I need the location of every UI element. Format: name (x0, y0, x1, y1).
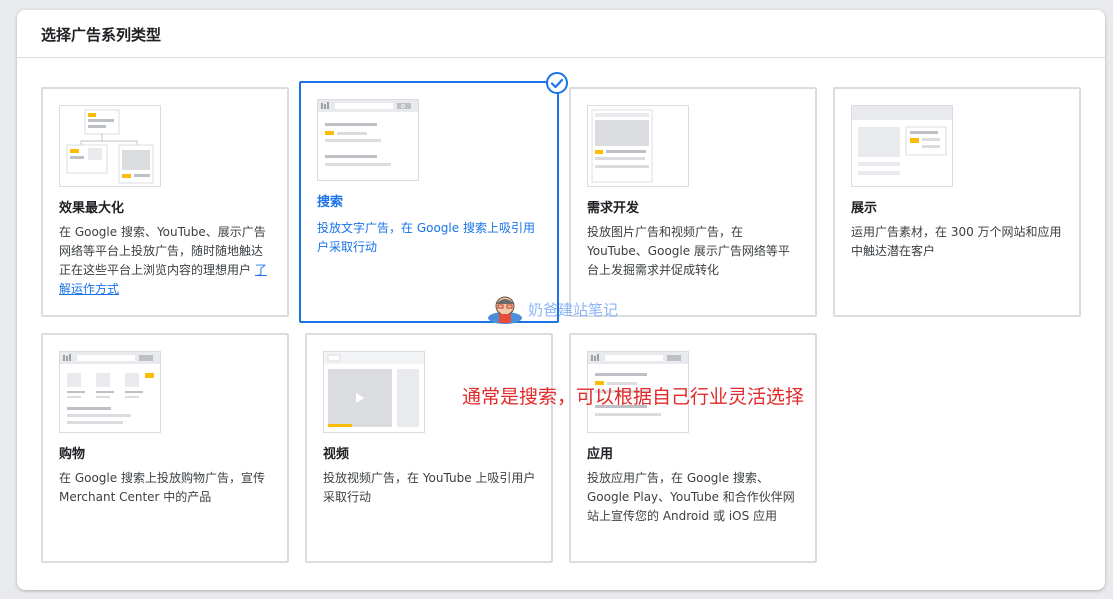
card-description-text: 在 Google 搜索、YouTube、展示广告网络等平台上投放广告，随时随地触… (59, 225, 266, 277)
search-ad-illustration-icon (317, 99, 419, 181)
card-app[interactable]: 应用 投放应用广告，在 Google 搜索、Google Play、YouTub… (569, 333, 817, 563)
card-title: 需求开发 (587, 201, 640, 216)
performance-max-illustration-icon (59, 105, 161, 187)
card-title: 搜索 (317, 195, 344, 210)
card-title: 应用 (587, 447, 614, 462)
card-display[interactable]: 展示 运用广告素材，在 300 万个网站和应用中触达潜在客户 (833, 87, 1081, 317)
card-title: 展示 (851, 201, 878, 216)
annotation-text: 通常是搜索，可以根据自己行业灵活选择 (462, 386, 805, 408)
watermark-avatar-icon (488, 296, 522, 324)
card-description: 投放图片广告和视频广告，在 YouTube、Google 展示广告网络等平台上发… (587, 225, 790, 277)
shopping-ad-illustration-icon (59, 351, 161, 433)
card-title: 购物 (59, 447, 86, 462)
card-description: 投放文字广告，在 Google 搜索上吸引用户采取行动 (317, 221, 535, 254)
selected-check-icon (546, 72, 568, 94)
card-description: 在 Google 搜索上投放购物广告，宣传 Merchant Center 中的… (59, 471, 265, 504)
card-title: 效果最大化 (59, 201, 125, 216)
card-description: 投放视频广告，在 YouTube 上吸引用户采取行动 (323, 471, 536, 504)
card-video[interactable]: 视频 投放视频广告，在 YouTube 上吸引用户采取行动 (305, 333, 553, 563)
watermark-text: 奶爸建站笔记 (528, 300, 619, 319)
card-shopping[interactable]: 购物 在 Google 搜索上投放购物广告，宣传 Merchant Center… (41, 333, 289, 563)
card-performance-max[interactable]: 效果最大化 在 Google 搜索、YouTube、展示广告网络等平台上投放广告… (41, 87, 289, 317)
card-title: 视频 (323, 447, 350, 462)
card-description: 在 Google 搜索、YouTube、展示广告网络等平台上投放广告，随时随地触… (59, 223, 273, 299)
panel-header: 选择广告系列类型 (17, 10, 1105, 58)
panel-title: 选择广告系列类型 (41, 26, 162, 44)
card-description: 投放应用广告，在 Google 搜索、Google Play、YouTube 和… (587, 471, 795, 523)
demand-gen-illustration-icon (587, 105, 689, 187)
video-ad-illustration-icon (323, 351, 425, 433)
card-description: 运用广告素材，在 300 万个网站和应用中触达潜在客户 (851, 225, 1062, 258)
watermark: 奶爸建站笔记 (486, 294, 618, 324)
display-ad-illustration-icon (851, 105, 953, 187)
card-search[interactable]: 搜索 投放文字广告，在 Google 搜索上吸引用户采取行动 (299, 81, 559, 323)
card-demand-gen[interactable]: 需求开发 投放图片广告和视频广告，在 YouTube、Google 展示广告网络… (569, 87, 817, 317)
